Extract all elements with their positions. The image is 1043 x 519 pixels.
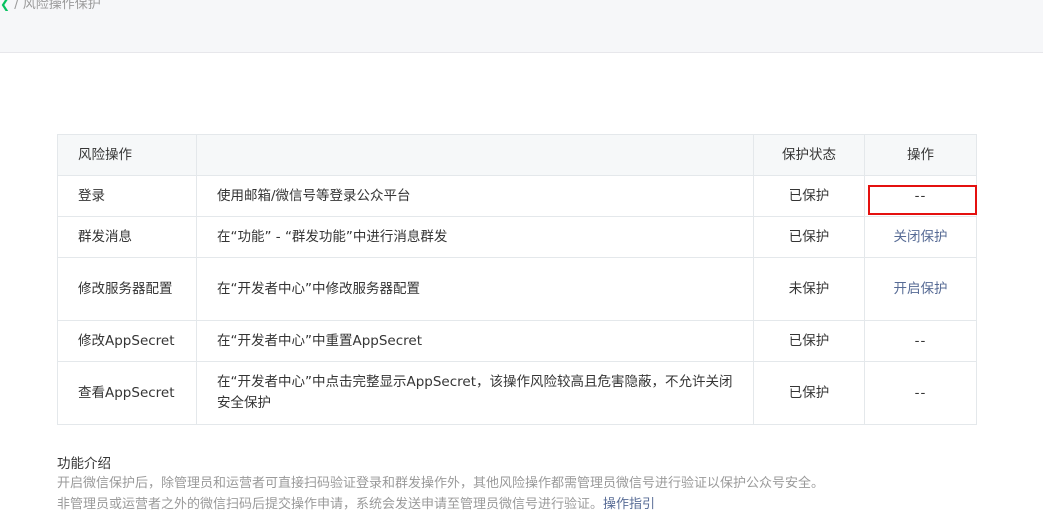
row-status: 已保护 (753, 175, 865, 217)
row-operation-name: 修改AppSecret (57, 320, 197, 362)
header-action: 操作 (864, 134, 977, 176)
table-header-row: 风险操作 保护状态 操作 (57, 134, 977, 176)
row-action-none: -- (914, 384, 927, 401)
breadcrumb-current: 风险操作保护 (22, 0, 101, 12)
table-row: 修改AppSecret 在“开发者中心”中重置AppSecret 已保护 -- (57, 320, 977, 362)
disable-protection-link[interactable]: 关闭保护 (894, 229, 948, 245)
table-row: 群发消息 在“功能” - “群发功能”中进行消息群发 已保护 关闭保护 (57, 216, 977, 258)
row-status: 已保护 (753, 216, 865, 258)
row-description: 在“开发者中心”中点击完整显示AppSecret，该操作风险较高且危害隐蔽，不允… (196, 361, 754, 425)
intro-line-1: 开启微信保护后，除管理员和运营者可直接扫码验证登录和群发操作外，其他风险操作都需… (57, 476, 825, 491)
operation-guide-link[interactable]: 操作指引 (603, 497, 655, 512)
row-action-none: -- (914, 187, 927, 204)
row-status: 已保护 (753, 320, 865, 362)
table-row: 查看AppSecret 在“开发者中心”中点击完整显示AppSecret，该操作… (57, 361, 977, 425)
table-row: 修改服务器配置 在“开发者中心”中修改服务器配置 未保护 开启保护 (57, 257, 977, 321)
row-status: 已保护 (753, 361, 865, 425)
intro-title: 功能介绍 (57, 456, 111, 472)
row-operation-name: 查看AppSecret (57, 361, 197, 425)
header-description (196, 134, 754, 176)
chevron-left-icon[interactable]: ❮ (0, 0, 10, 11)
risk-operations-table: 风险操作 保护状态 操作 登录 使用邮箱/微信号等登录公众平台 已保护 -- 群… (57, 134, 977, 425)
row-description: 在“开发者中心”中重置AppSecret (196, 320, 754, 362)
header-protection-status: 保护状态 (753, 134, 865, 176)
top-bar: ❮ / 风险操作保护 (0, 0, 1043, 53)
enable-protection-link[interactable]: 开启保护 (894, 281, 948, 297)
breadcrumb: ❮ / 风险操作保护 (0, 0, 101, 12)
breadcrumb-separator: / (14, 0, 19, 12)
row-description: 在“功能” - “群发功能”中进行消息群发 (196, 216, 754, 258)
row-description: 在“开发者中心”中修改服务器配置 (196, 257, 754, 321)
row-action-none: -- (914, 332, 927, 349)
intro-line-2-text: 非管理员或运营者之外的微信扫码后提交操作申请，系统会发送申请至管理员微信号进行验… (57, 497, 604, 512)
row-description: 使用邮箱/微信号等登录公众平台 (196, 175, 754, 217)
row-status: 未保护 (753, 257, 865, 321)
row-operation-name: 修改服务器配置 (57, 257, 197, 321)
feature-intro: 功能介绍 开启微信保护后，除管理员和运营者可直接扫码验证登录和群发操作外，其他风… (57, 455, 1017, 515)
table-row: 登录 使用邮箱/微信号等登录公众平台 已保护 -- (57, 175, 977, 217)
row-operation-name: 群发消息 (57, 216, 197, 258)
row-operation-name: 登录 (57, 175, 197, 217)
header-risk-operation: 风险操作 (57, 134, 197, 176)
intro-line-2: 非管理员或运营者之外的微信扫码后提交操作申请，系统会发送申请至管理员微信号进行验… (57, 494, 1017, 515)
